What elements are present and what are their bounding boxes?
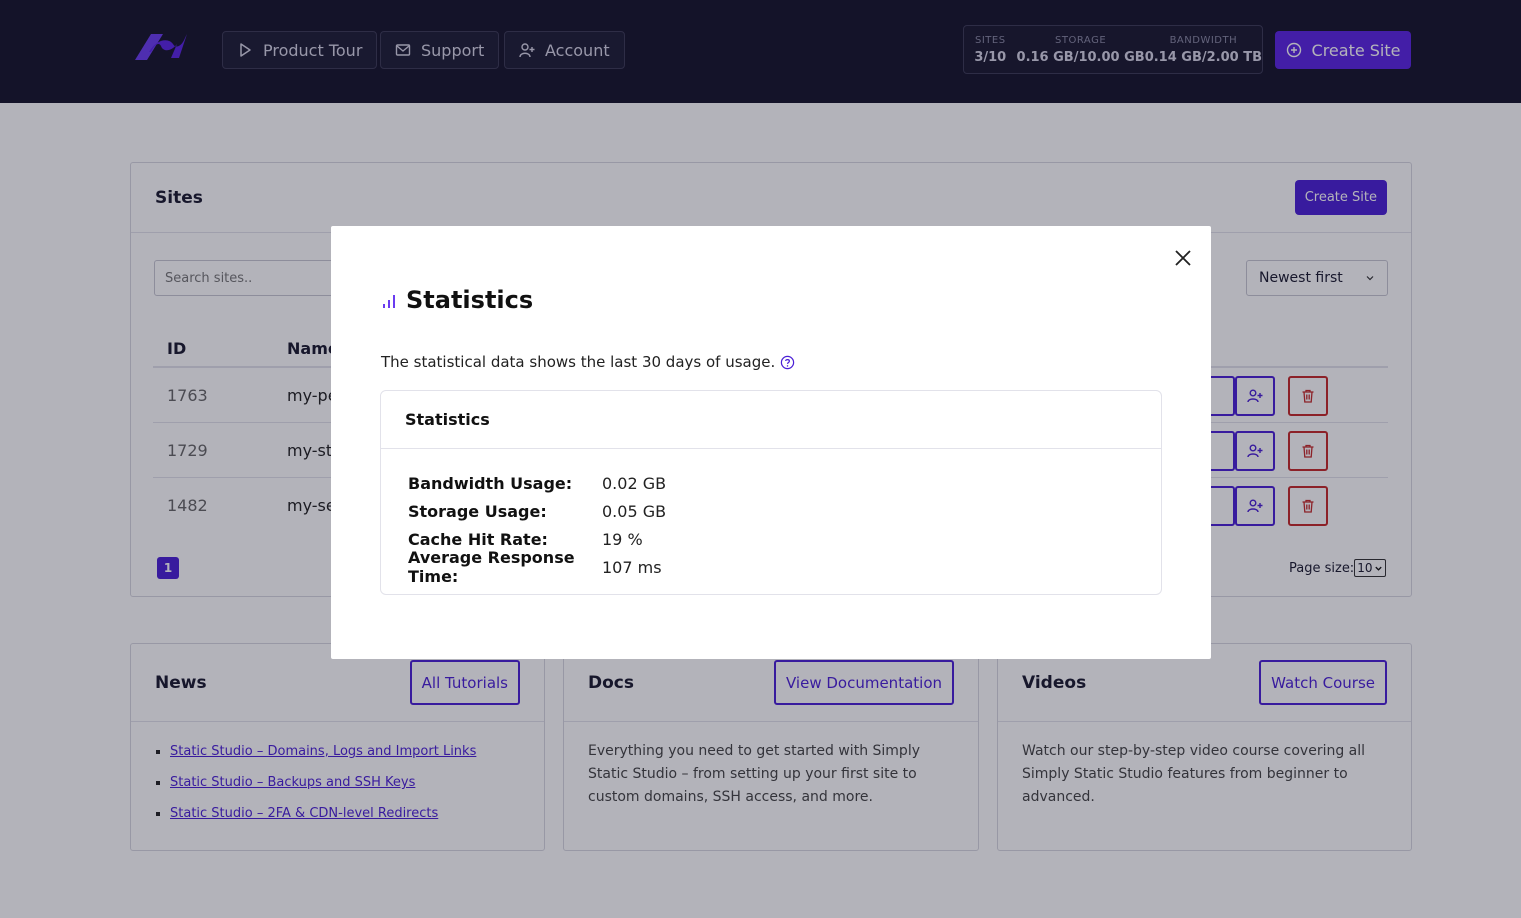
stat-label: Cache Hit Rate: — [408, 529, 548, 549]
stat-row-storage: Storage Usage: 0.05 GB — [408, 497, 1134, 525]
modal-title: Statistics — [381, 286, 533, 314]
stat-row-bandwidth: Bandwidth Usage: 0.02 GB — [408, 469, 1134, 497]
modal-title-text: Statistics — [406, 286, 534, 314]
stat-label: Average Response Time: — [408, 548, 575, 586]
statistics-modal: Statistics The statistical data shows th… — [331, 226, 1211, 659]
modal-description-text: The statistical data shows the last 30 d… — [381, 353, 776, 371]
bar-chart-icon — [383, 294, 395, 308]
modal-description: The statistical data shows the last 30 d… — [381, 353, 795, 371]
help-circle-icon[interactable] — [780, 355, 795, 370]
stat-value: 0.02 GB — [602, 473, 667, 493]
stat-value: 107 ms — [602, 557, 662, 577]
stat-label: Storage Usage: — [408, 501, 547, 521]
stat-value: 0.05 GB — [602, 501, 667, 521]
statistics-list: Bandwidth Usage: 0.02 GB Storage Usage: … — [381, 449, 1161, 601]
statistics-panel-title: Statistics — [381, 391, 1161, 449]
statistics-panel: Statistics Bandwidth Usage: 0.02 GB Stor… — [380, 390, 1162, 595]
stat-row-response-time: Average Response Time: 107 ms — [408, 548, 1134, 586]
stat-label: Bandwidth Usage: — [408, 473, 573, 493]
stat-value: 19 % — [602, 529, 643, 549]
close-icon[interactable] — [1173, 248, 1193, 268]
